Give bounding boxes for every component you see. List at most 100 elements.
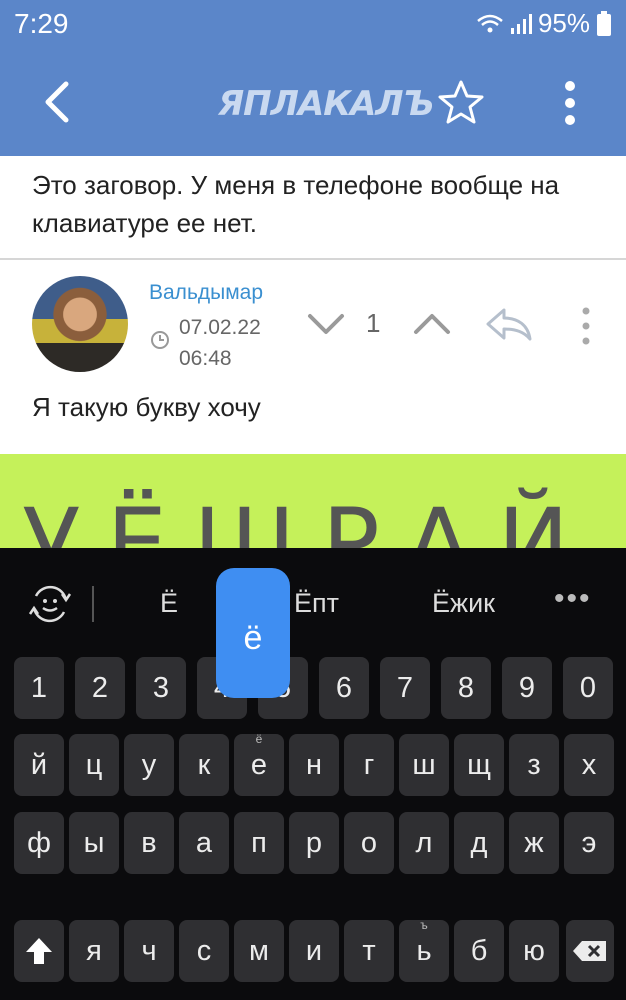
key-label: б [470,935,488,967]
key-8-row1[interactable]: 8 [441,657,491,719]
key-hint: ё [255,732,263,746]
key-6-row2[interactable]: н [289,734,339,796]
clock-icon [151,331,169,349]
post-datetime: 07.02.22 06:48 [179,312,261,374]
key-9-row3[interactable]: д [454,812,504,874]
key-7-row1[interactable]: 7 [380,657,430,719]
keyboard-row-2: йцукеёнгшщзх [0,732,626,804]
key-7-row4[interactable]: ьъ [399,918,449,982]
key-4-row3[interactable]: а [179,812,229,874]
keyboard-row-3: фы в а п р о л д ж э [0,812,626,882]
key-4-row4[interactable]: м [234,920,284,982]
key-label: я [86,935,102,967]
key-label: у [141,749,157,781]
key-label: 3 [152,672,170,704]
key-label: д [470,827,488,859]
post-date: 07.02.22 [179,316,261,339]
key-2-row3[interactable]: ы [69,812,119,874]
backspace-key[interactable] [566,920,614,982]
key-3-row1[interactable]: 3 [136,657,186,719]
key-8-row3[interactable]: л [399,812,449,874]
key-10-row2[interactable]: з [509,734,559,796]
post-author[interactable]: Вальдымар [149,281,263,305]
key-popup: ё [216,568,290,698]
battery-icon [597,10,611,36]
key-label: в [141,827,157,859]
key-label: ж [524,827,544,859]
back-icon[interactable] [38,78,78,126]
previous-post-text: Это заговор. У меня в телефоне вообще на… [32,170,560,238]
key-6-row1[interactable]: 6 [319,657,369,719]
key-label: о [360,827,378,859]
key-label: щ [467,749,491,781]
key-5-row4[interactable]: и [289,920,339,982]
emoji-cycle-icon[interactable] [28,582,72,626]
key-label: м [249,935,269,967]
status-icons: 95% [476,8,612,39]
key-label: а [195,827,213,859]
key-label: ч [141,935,157,967]
suggestions-more[interactable]: ••• [554,582,592,616]
post-image[interactable]: УЁШРАЙ [0,454,626,550]
key-6-row4[interactable]: т [344,920,394,982]
key-label: ц [85,749,103,781]
suggestion-3[interactable]: Ёжик [432,588,495,619]
key-3-row3[interactable]: в [124,812,174,874]
key-label: 7 [396,672,414,704]
suggestion-1[interactable]: Ё [160,588,178,619]
key-label: ш [412,749,436,781]
key-7-row2[interactable]: г [344,734,394,796]
key-6-row3[interactable]: р [289,812,339,874]
key-10-row1[interactable]: 0 [563,657,613,719]
avatar[interactable] [32,276,128,372]
key-label: 6 [335,672,353,704]
key-label: к [197,749,211,781]
key-8-row2[interactable]: ш [399,734,449,796]
key-11-row3[interactable]: э [564,812,614,874]
key-label: е [250,749,268,781]
reply-icon[interactable] [484,306,534,342]
key-3-row4[interactable]: с [179,920,229,982]
battery-percent: 95% [537,8,590,38]
key-10-row3[interactable]: ж [509,812,559,874]
more-vertical-icon[interactable] [560,78,580,128]
key-11-row2[interactable]: х [564,734,614,796]
key-label: ь [416,935,432,967]
key-2-row1[interactable]: 2 [75,657,125,719]
key-label: с [196,935,212,967]
key-2-row2[interactable]: ц [69,734,119,796]
star-icon[interactable] [436,78,486,128]
shift-key[interactable] [14,920,64,982]
key-8-row4[interactable]: б [454,920,504,982]
chevron-up-icon[interactable] [412,308,452,340]
key-label: ю [523,935,545,967]
post-divider [0,258,626,260]
key-1-row1[interactable]: 1 [14,657,64,719]
post-more-icon[interactable] [576,306,596,346]
key-1-row2[interactable]: й [14,734,64,796]
key-label: и [305,935,323,967]
key-7-row3[interactable]: о [344,812,394,874]
key-2-row4[interactable]: ч [124,920,174,982]
key-label: н [305,749,322,781]
shift-icon [26,938,52,964]
key-1-row4[interactable]: я [69,920,119,982]
status-bar: 7:29 95% [0,0,626,50]
key-label: 1 [30,672,48,704]
key-hint: ъ [420,918,428,932]
chevron-down-icon[interactable] [306,308,346,340]
key-label: л [415,827,433,859]
backspace-icon [573,941,606,961]
key-9-row4[interactable]: ю [509,920,559,982]
key-5-row2[interactable]: её [234,732,284,796]
key-5-row3[interactable]: п [234,812,284,874]
key-label: 9 [518,672,536,704]
wifi-icon [477,14,503,32]
suggestion-2[interactable]: Ёпт [294,588,339,619]
app-logo[interactable]: ЯПЛАКАЛЪ [218,84,434,124]
key-3-row2[interactable]: у [124,734,174,796]
key-9-row2[interactable]: щ [454,734,504,796]
key-4-row2[interactable]: к [179,734,229,796]
key-1-row3[interactable]: ф [14,812,64,874]
key-9-row1[interactable]: 9 [502,657,552,719]
